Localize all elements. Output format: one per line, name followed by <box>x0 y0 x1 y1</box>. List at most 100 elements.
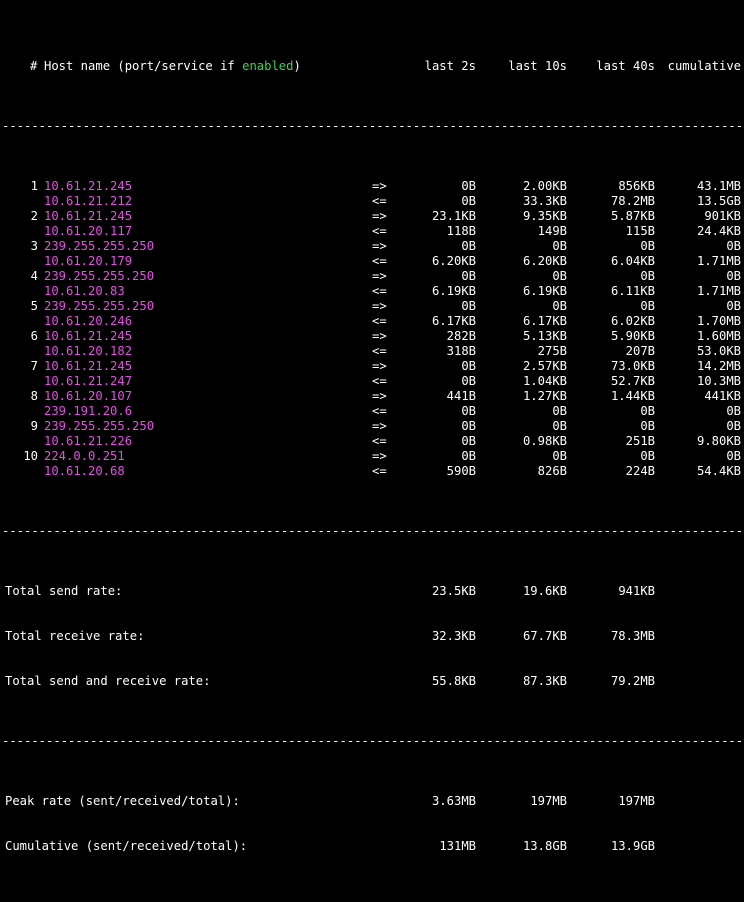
table-header: # Host name (port/service if enabled) la… <box>2 59 744 74</box>
peak-rate-sent: 3.63MB <box>431 794 476 808</box>
sent-cumulative: 441KB <box>704 389 741 403</box>
sent-last-40s: 0B <box>640 299 655 313</box>
cumulative-sent: 131MB <box>439 839 476 853</box>
connection-index: 10 <box>23 449 38 463</box>
total-both-40s: 79.2MB <box>610 674 655 688</box>
connection-index: 6 <box>30 329 38 343</box>
total-receive-2s: 32.3KB <box>431 629 476 643</box>
direction-in-arrow: <= <box>372 344 387 358</box>
connection-row-received: 10.61.21.226 <= 0B 0.98KB 251B 9.80KB <box>2 434 744 449</box>
connection-row-received: 10.61.20.68 <= 590B 826B 224B 54.4KB <box>2 464 744 479</box>
total-send-label: Total send rate: <box>5 584 123 598</box>
sent-last-40s: 5.90KB <box>610 329 655 343</box>
source-host: 10.61.21.245 <box>44 179 133 193</box>
sent-cumulative: 0B <box>726 419 741 433</box>
sent-last-10s: 2.00KB <box>522 179 567 193</box>
connection-index: 8 <box>30 389 38 403</box>
received-cumulative: 24.4KB <box>696 224 741 238</box>
total-send-2s: 23.5KB <box>431 584 476 598</box>
direction-in-arrow: <= <box>372 284 387 298</box>
sent-last-2s: 0B <box>461 299 476 313</box>
total-send-40s: 941KB <box>618 584 655 598</box>
direction-out-arrow: => <box>372 359 387 373</box>
source-host: 239.255.255.250 <box>44 239 155 253</box>
source-host: 10.61.21.245 <box>44 359 133 373</box>
received-cumulative: 1.71MB <box>696 254 741 268</box>
direction-out-arrow: => <box>372 329 387 343</box>
sent-cumulative: 14.2MB <box>696 359 741 373</box>
sent-cumulative: 901KB <box>704 209 741 223</box>
sent-last-2s: 0B <box>461 419 476 433</box>
received-last-2s: 0B <box>461 404 476 418</box>
sent-last-10s: 9.35KB <box>522 209 567 223</box>
connection-row-sent: 2 10.61.21.245 => 23.1KB 9.35KB 5.87KB 901KB <box>2 209 744 224</box>
sent-last-10s: 0B <box>552 419 567 433</box>
direction-in-arrow: <= <box>372 374 387 388</box>
sent-last-2s: 0B <box>461 449 476 463</box>
direction-out-arrow: => <box>372 419 387 433</box>
source-host: 239.255.255.250 <box>44 419 155 433</box>
sent-last-2s: 23.1KB <box>431 209 476 223</box>
sent-last-40s: 73.0KB <box>610 359 655 373</box>
direction-in-arrow: <= <box>372 434 387 448</box>
header-enabled-word: enabled <box>242 59 294 73</box>
sent-cumulative: 0B <box>726 299 741 313</box>
connection-index: 2 <box>30 209 38 223</box>
source-host: 10.61.20.107 <box>44 389 133 403</box>
received-last-10s: 275B <box>537 344 567 358</box>
cumulative-label: Cumulative (sent/received/total): <box>5 839 248 853</box>
separator: ----------------------------------------… <box>2 119 744 133</box>
header-last-2s: last 2s <box>424 59 476 73</box>
received-last-2s: 6.20KB <box>431 254 476 268</box>
connection-row-received: 239.191.20.6 <= 0B 0B 0B 0B <box>2 404 744 419</box>
direction-out-arrow: => <box>372 389 387 403</box>
source-host: 239.255.255.250 <box>44 269 155 283</box>
cumulative-total: 13.9GB <box>610 839 655 853</box>
connection-row-sent: 6 10.61.21.245 => 282B 5.13KB 5.90KB 1.60MB <box>2 329 744 344</box>
total-both-2s: 55.8KB <box>431 674 476 688</box>
peak-rate-total: 197MB <box>618 794 655 808</box>
received-last-10s: 826B <box>537 464 567 478</box>
direction-out-arrow: => <box>372 299 387 313</box>
sent-cumulative: 43.1MB <box>696 179 741 193</box>
direction-in-arrow: <= <box>372 404 387 418</box>
received-last-40s: 6.11KB <box>610 284 655 298</box>
cumulative-received: 13.8GB <box>522 839 567 853</box>
total-send-row: Total send rate: 23.5KB 19.6KB 941KB <box>2 584 744 599</box>
direction-out-arrow: => <box>372 269 387 283</box>
connection-row-sent: 3 239.255.255.250 => 0B 0B 0B 0B <box>2 239 744 254</box>
direction-in-arrow: <= <box>372 314 387 328</box>
direction-out-arrow: => <box>372 179 387 193</box>
sent-last-10s: 0B <box>552 269 567 283</box>
received-last-10s: 0B <box>552 404 567 418</box>
destination-host: 10.61.20.182 <box>44 344 133 358</box>
sent-last-40s: 0B <box>640 449 655 463</box>
total-send-10s: 19.6KB <box>522 584 567 598</box>
direction-out-arrow: => <box>372 239 387 253</box>
direction-in-arrow: <= <box>372 194 387 208</box>
connection-index: 1 <box>30 179 38 193</box>
peak-rate-received: 197MB <box>530 794 567 808</box>
received-cumulative: 9.80KB <box>696 434 741 448</box>
sent-last-2s: 0B <box>461 269 476 283</box>
iftop-terminal: # Host name (port/service if enabled) la… <box>0 0 744 869</box>
sent-last-40s: 856KB <box>618 179 655 193</box>
connection-row-received: 10.61.20.179 <= 6.20KB 6.20KB 6.04KB 1.71MB <box>2 254 744 269</box>
direction-in-arrow: <= <box>372 464 387 478</box>
total-both-row: Total send and receive rate: 55.8KB 87.3… <box>2 674 744 689</box>
connection-index: 9 <box>30 419 38 433</box>
header-title-suffix: ) <box>293 59 301 73</box>
received-last-40s: 224B <box>625 464 655 478</box>
destination-host: 10.61.21.212 <box>44 194 133 208</box>
connection-index: 3 <box>30 239 38 253</box>
received-last-10s: 0.98KB <box>522 434 567 448</box>
connection-row-sent: 1 10.61.21.245 => 0B 2.00KB 856KB 43.1MB <box>2 179 744 194</box>
sent-last-40s: 1.44KB <box>610 389 655 403</box>
sent-last-2s: 0B <box>461 359 476 373</box>
received-last-40s: 115B <box>625 224 655 238</box>
received-last-10s: 33.3KB <box>522 194 567 208</box>
connection-row-received: 10.61.20.117 <= 118B 149B 115B 24.4KB <box>2 224 744 239</box>
destination-host: 10.61.20.83 <box>44 284 125 298</box>
received-last-2s: 0B <box>461 374 476 388</box>
sent-last-2s: 282B <box>446 329 476 343</box>
